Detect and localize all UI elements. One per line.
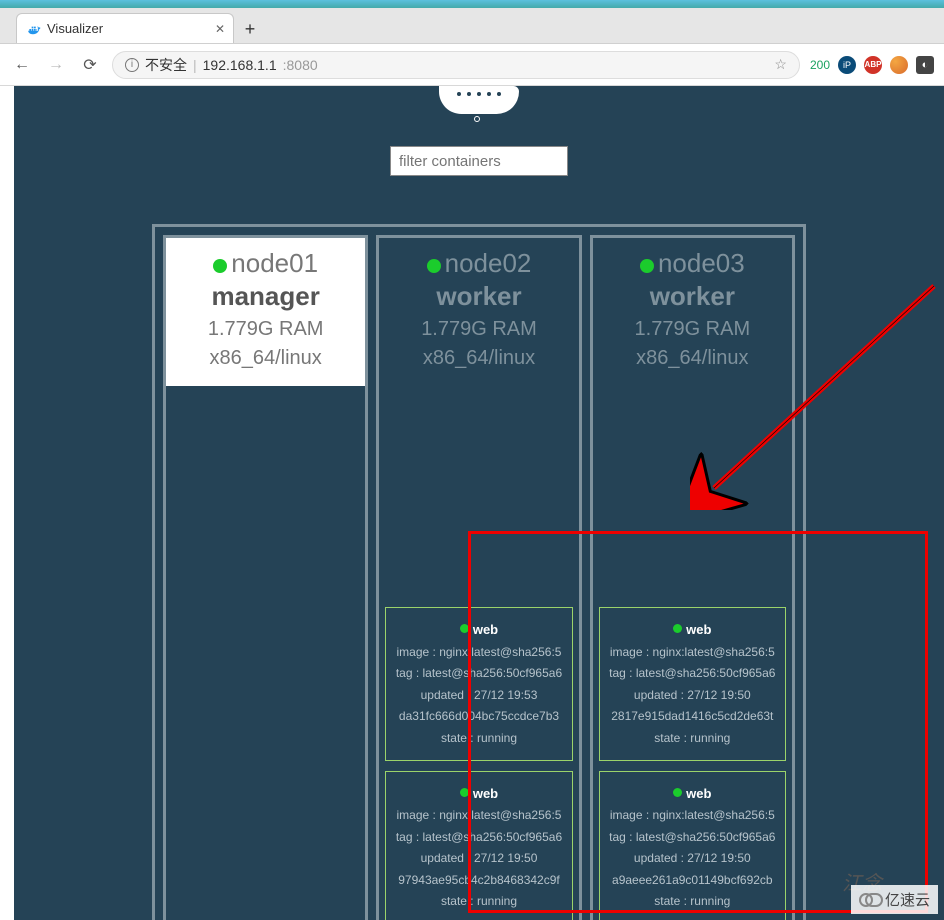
- firefox-extension-icon[interactable]: [890, 56, 908, 74]
- node-arch: x86_64/linux: [383, 347, 574, 370]
- tab-strip: Visualizer ✕ +: [0, 8, 944, 44]
- brand-label: 亿速云: [885, 889, 930, 910]
- node-role: worker: [383, 281, 574, 312]
- window-top-border: [0, 0, 944, 8]
- reload-button[interactable]: ⟳: [78, 53, 102, 77]
- separator: |: [193, 57, 197, 73]
- zoom-level[interactable]: 200: [810, 58, 830, 72]
- node-name: node02: [383, 248, 574, 279]
- node-name: node03: [597, 248, 788, 279]
- task-card[interactable]: webimage : nginx:latest@sha256:5tag : la…: [599, 771, 786, 920]
- task-name: web: [390, 618, 567, 641]
- task-state: state : running: [390, 891, 567, 913]
- new-tab-button[interactable]: +: [234, 15, 266, 43]
- task-updated: updated : 27/12 19:53: [390, 685, 567, 707]
- info-icon[interactable]: i: [125, 58, 139, 72]
- node-header: node01manager 1.779G RAM x86_64/linux: [166, 238, 365, 386]
- task-id: 97943ae95cb4c2b8468342c9f: [390, 870, 567, 892]
- star-icon[interactable]: ☆: [774, 56, 787, 73]
- task-card[interactable]: webimage : nginx:latest@sha256:5tag : la…: [599, 607, 786, 760]
- node-node01: node01manager 1.779G RAM x86_64/linux: [163, 235, 368, 920]
- security-label: 不安全: [145, 55, 187, 75]
- node-name-text: node02: [445, 248, 532, 278]
- task-updated: updated : 27/12 19:50: [604, 848, 781, 870]
- task-image: image : nginx:latest@sha256:5: [390, 805, 567, 827]
- node-body: webimage : nginx:latest@sha256:5tag : la…: [593, 386, 792, 920]
- node-name-text: node03: [658, 248, 745, 278]
- task-name: web: [604, 618, 781, 641]
- status-dot-icon: [213, 259, 227, 273]
- node-ram: 1.779G RAM: [170, 318, 361, 341]
- task-state: state : running: [604, 728, 781, 750]
- task-name: web: [604, 782, 781, 805]
- status-dot-icon: [460, 788, 469, 797]
- task-updated: updated : 27/12 19:50: [390, 848, 567, 870]
- ip-extension-icon[interactable]: iP: [838, 56, 856, 74]
- node-arch: x86_64/linux: [597, 347, 788, 370]
- abp-extension-icon[interactable]: ABP: [864, 56, 882, 74]
- task-id: a9aeee261a9c01149bcf692cb: [604, 870, 781, 892]
- status-dot-icon: [640, 259, 654, 273]
- node-body: webimage : nginx:latest@sha256:5tag : la…: [379, 386, 578, 920]
- node-node02: node02worker1.779G RAMx86_64/linuxwebima…: [376, 235, 581, 920]
- address-bar: ← → ⟳ i 不安全 | 192.168.1.1 :8080 ☆ 200 iP …: [0, 44, 944, 86]
- task-id: da31fc666d004bc75ccdce7b3: [390, 706, 567, 728]
- close-icon[interactable]: ✕: [215, 22, 225, 36]
- task-tag: tag : latest@sha256:50cf965a6: [604, 827, 781, 849]
- filter-input[interactable]: [391, 147, 567, 175]
- task-updated: updated : 27/12 19:50: [604, 685, 781, 707]
- brand-watermark: 亿速云: [851, 885, 938, 914]
- tab-title: Visualizer: [47, 21, 103, 36]
- whale-icon: [27, 22, 41, 36]
- forward-button[interactable]: →: [44, 53, 68, 77]
- node-role: manager: [170, 281, 361, 312]
- filter-box: [390, 146, 568, 176]
- task-id: 2817e915dad1416c5cd2de63t: [604, 706, 781, 728]
- node-ram: 1.779G RAM: [383, 318, 574, 341]
- browser-tab[interactable]: Visualizer ✕: [16, 13, 234, 43]
- node-role: worker: [597, 281, 788, 312]
- status-dot-icon: [673, 624, 682, 633]
- task-image: image : nginx:latest@sha256:5: [604, 805, 781, 827]
- node-header: node02worker 1.779G RAM x86_64/linux: [379, 238, 578, 386]
- node-header: node03worker 1.779G RAM x86_64/linux: [593, 238, 792, 386]
- task-state: state : running: [604, 891, 781, 913]
- task-image: image : nginx:latest@sha256:5: [604, 642, 781, 664]
- task-tag: tag : latest@sha256:50cf965a6: [604, 663, 781, 685]
- back-button[interactable]: ←: [10, 53, 34, 77]
- task-card[interactable]: webimage : nginx:latest@sha256:5tag : la…: [385, 771, 572, 920]
- extensions: 200 iP ABP ◐: [810, 56, 934, 74]
- node-node03: node03worker1.779G RAMx86_64/linuxwebima…: [590, 235, 795, 920]
- task-tag: tag : latest@sha256:50cf965a6: [390, 827, 567, 849]
- status-dot-icon: [673, 788, 682, 797]
- cloud-icon: [859, 893, 881, 907]
- visualizer-page: node01manager1.779G RAMx86_64/linuxnode0…: [14, 86, 944, 920]
- node-body: [166, 386, 365, 920]
- task-tag: tag : latest@sha256:50cf965a6: [390, 663, 567, 685]
- node-name: node01: [170, 248, 361, 279]
- url-port: :8080: [283, 57, 318, 73]
- node-arch: x86_64/linux: [170, 347, 361, 370]
- task-image: image : nginx:latest@sha256:5: [390, 642, 567, 664]
- task-card[interactable]: webimage : nginx:latest@sha256:5tag : la…: [385, 607, 572, 760]
- task-name: web: [390, 782, 567, 805]
- url-host: 192.168.1.1: [203, 57, 277, 73]
- status-dot-icon: [427, 259, 441, 273]
- dark-extension-icon[interactable]: ◐: [916, 56, 934, 74]
- swarm-grid: node01manager1.779G RAMx86_64/linuxnode0…: [152, 224, 806, 920]
- url-field[interactable]: i 不安全 | 192.168.1.1 :8080 ☆: [112, 51, 800, 79]
- node-ram: 1.779G RAM: [597, 318, 788, 341]
- status-dot-icon: [460, 624, 469, 633]
- docker-logo: [436, 86, 522, 122]
- node-name-text: node01: [231, 248, 318, 278]
- task-state: state : running: [390, 728, 567, 750]
